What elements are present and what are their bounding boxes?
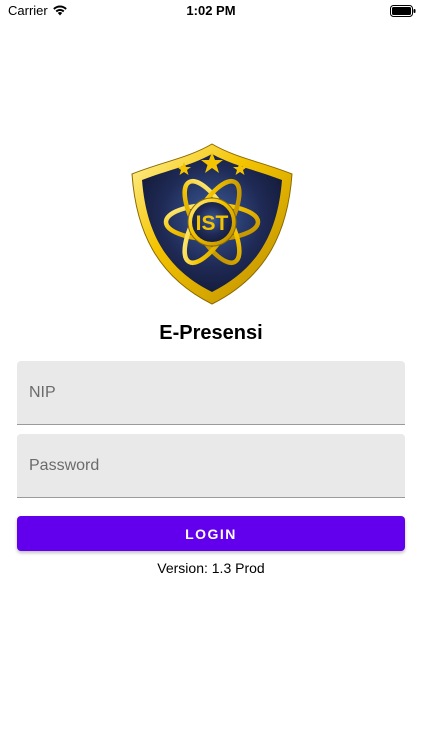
password-field[interactable]: [17, 434, 405, 498]
battery-icon: [390, 5, 416, 17]
shield-atom-logo: IST: [131, 143, 293, 305]
app-title: E-Presensi: [159, 322, 263, 344]
nip-field[interactable]: [17, 361, 405, 425]
password-input[interactable]: [17, 434, 405, 497]
version-label: Version: 1.3 Prod: [157, 560, 265, 576]
status-bar: Carrier 1:02 PM: [0, 0, 422, 22]
status-time: 1:02 PM: [186, 3, 236, 18]
nip-input[interactable]: [17, 361, 405, 424]
logo-text: IST: [196, 212, 229, 235]
login-button[interactable]: LOGIN: [17, 516, 405, 551]
